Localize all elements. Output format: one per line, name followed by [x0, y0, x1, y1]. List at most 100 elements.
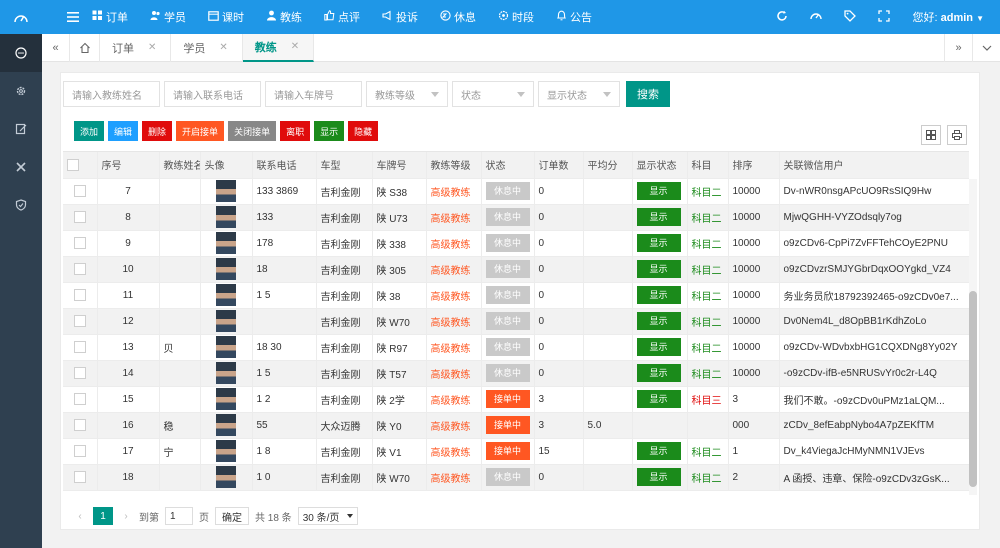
column-header[interactable]: 头像	[200, 152, 253, 179]
sidebar-item-security[interactable]	[0, 186, 42, 224]
avatar[interactable]	[216, 414, 236, 436]
table-row[interactable]: 13 贝 18 30 吉利金刚陕 R97 高级教练 休息中 0 显示 科目二 10000 o9zCD…	[63, 334, 969, 361]
nav-item-1[interactable]: 学员	[150, 9, 186, 25]
table-row[interactable]: 9 178 吉利金刚陕 338 高级教练 休息中 0 显示 科目二 10000 o9zCDv6-C…	[63, 230, 969, 257]
nav-item-7[interactable]: 时段	[498, 9, 534, 25]
nav-item-6[interactable]: 休息	[440, 9, 476, 25]
tabs-menu-icon[interactable]	[972, 33, 1000, 62]
tabs-scroll-left-icon[interactable]: «	[42, 33, 70, 62]
tab-1[interactable]: 学员 ✕	[171, 33, 243, 62]
state-badge[interactable]: 休息中	[485, 234, 530, 252]
avatar[interactable]	[216, 258, 236, 280]
jump-confirm-button[interactable]: 确定	[215, 507, 249, 525]
state-badge[interactable]: 休息中	[485, 182, 530, 200]
row-checkbox[interactable]	[73, 445, 86, 457]
avatar[interactable]	[216, 362, 236, 384]
state-badge[interactable]: 休息中	[485, 208, 530, 226]
table-row[interactable]: 14 1 5 吉利金刚陕 T57 高级教练 休息中 0 显示 科目二 10000 -o9zCDv-…	[63, 360, 969, 387]
row-checkbox[interactable]	[73, 211, 86, 223]
sidebar-item-tools[interactable]	[0, 148, 42, 186]
state-badge[interactable]: 休息中	[485, 286, 530, 304]
display-badge[interactable]: 显示	[636, 208, 681, 226]
close-icon[interactable]: ✕	[219, 42, 227, 53]
column-header[interactable]: 订单数	[534, 152, 584, 179]
column-header[interactable]: 教练姓名	[159, 152, 201, 179]
avatar[interactable]	[216, 466, 236, 488]
row-checkbox[interactable]	[73, 341, 86, 353]
display-badge[interactable]: 显示	[636, 364, 681, 382]
prev-page-icon[interactable]: ‹	[73, 511, 87, 522]
table-row[interactable]: 16 稳 55 大众迈腾陕 Y0 高级教练 接单中 3 5.0 000 zCDv_8efEabp…	[63, 412, 969, 439]
display-badge[interactable]: 显示	[636, 468, 681, 486]
display-badge[interactable]: 显示	[636, 286, 681, 304]
avatar[interactable]	[216, 284, 236, 306]
state-badge[interactable]: 接单中	[485, 390, 530, 408]
avatar[interactable]	[216, 180, 236, 202]
theme-icon[interactable]	[810, 10, 823, 25]
row-checkbox[interactable]	[73, 471, 86, 483]
display-badge[interactable]: 显示	[636, 442, 681, 460]
row-checkbox[interactable]	[73, 393, 86, 405]
user-menu[interactable]: 您好: admin ▼	[912, 9, 984, 25]
state-badge[interactable]: 接单中	[485, 416, 530, 434]
column-header[interactable]: 教练等级	[426, 152, 482, 179]
dashboard-icon[interactable]	[0, 0, 42, 34]
next-page-icon[interactable]: ›	[119, 511, 133, 522]
resign-button[interactable]: 离职	[280, 121, 311, 141]
avatar[interactable]	[216, 388, 236, 410]
state-select[interactable]: 状态	[452, 81, 534, 107]
close-orders-button[interactable]: 关闭接单	[228, 121, 277, 141]
open-orders-button[interactable]: 开启接单	[176, 121, 225, 141]
page-size-select[interactable]: 30 条/页	[297, 507, 358, 525]
close-icon[interactable]: ✕	[148, 42, 156, 53]
nav-item-5[interactable]: 投诉	[382, 9, 418, 25]
avatar[interactable]	[216, 440, 236, 462]
column-header[interactable]: 车牌号	[372, 152, 427, 179]
column-header[interactable]: 车型	[316, 152, 373, 179]
tab-0[interactable]: 订单 ✕	[100, 33, 172, 62]
level-select[interactable]: 教练等级	[366, 81, 448, 107]
tabs-scroll-right-icon[interactable]: »	[944, 33, 972, 62]
table-row[interactable]: 8 133 吉利金刚陕 U73 高级教练 休息中 0 显示 科目二 10000 MjwQGHH-V…	[63, 204, 969, 231]
table-row[interactable]: 10 18 吉利金刚陕 305 高级教练 休息中 0 显示 科目二 10000 o9zCDvzrS…	[63, 256, 969, 283]
scrollbar-thumb[interactable]	[969, 291, 977, 487]
table-scrollbar[interactable]	[969, 179, 977, 495]
hide-button[interactable]: 隐藏	[348, 121, 379, 141]
avatar[interactable]	[216, 206, 236, 228]
column-header[interactable]: 排序	[728, 152, 780, 179]
jump-page-input[interactable]: 1	[165, 507, 193, 525]
state-badge[interactable]: 休息中	[485, 468, 530, 486]
avatar[interactable]	[216, 310, 236, 332]
table-row[interactable]: 17 宁 1 8 吉利金刚陕 V1 高级教练 接单中 15 显示 科目二 1 Dv_k4ViegaJ…	[63, 438, 969, 465]
close-icon[interactable]: ✕	[291, 41, 299, 52]
state-badge[interactable]: 休息中	[485, 338, 530, 356]
fullscreen-icon[interactable]	[878, 9, 891, 25]
column-header[interactable]: 序号	[97, 152, 160, 179]
row-checkbox[interactable]	[73, 289, 86, 301]
phone-input[interactable]: 请输入联系电话	[164, 81, 261, 107]
avatar[interactable]	[216, 232, 236, 254]
current-page[interactable]: 1	[93, 507, 113, 525]
display-badge[interactable]: 显示	[636, 338, 681, 356]
column-header[interactable]: 联系电话	[252, 152, 317, 179]
display-badge[interactable]: 显示	[636, 234, 681, 252]
avatar[interactable]	[216, 336, 236, 358]
state-badge[interactable]: 接单中	[485, 442, 530, 460]
row-checkbox[interactable]	[73, 315, 86, 327]
column-header[interactable]: 科目	[687, 152, 729, 179]
coach-name-input[interactable]: 请输入教练姓名	[63, 81, 160, 107]
sidebar-item-settings[interactable]	[0, 72, 42, 110]
column-header[interactable]: 平均分	[583, 152, 633, 179]
column-header[interactable]: 显示状态	[632, 152, 688, 179]
table-row[interactable]: 12 吉利金刚陕 W70 高级教练 休息中 0 显示 科目二 10000 Dv0Nem4L_d8…	[63, 308, 969, 335]
delete-button[interactable]: 删除	[142, 121, 173, 141]
nav-item-2[interactable]: 课时	[208, 9, 244, 25]
state-badge[interactable]: 休息中	[485, 312, 530, 330]
nav-item-8[interactable]: 公告	[556, 9, 592, 25]
display-badge[interactable]: 显示	[636, 260, 681, 278]
display-badge[interactable]: 显示	[636, 390, 681, 408]
sidebar-item-edit[interactable]	[0, 110, 42, 148]
state-badge[interactable]: 休息中	[485, 364, 530, 382]
edit-button[interactable]: 编辑	[108, 121, 139, 141]
row-checkbox[interactable]	[73, 185, 86, 197]
